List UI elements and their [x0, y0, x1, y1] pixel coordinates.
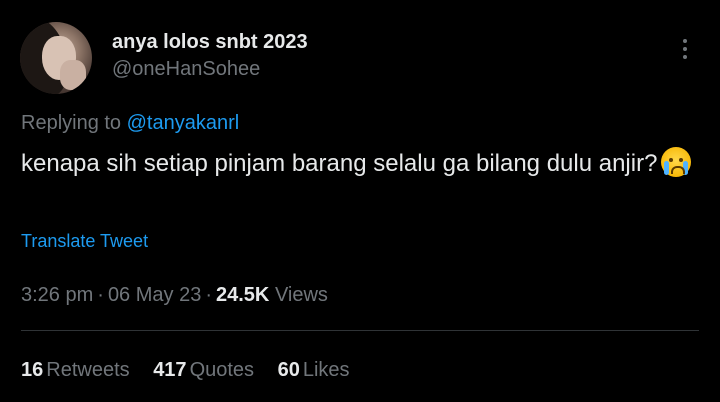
tweet-meta: 3:26 pm · 06 May 23 · 24.5K Views	[21, 284, 328, 307]
meta-separator: ·	[205, 284, 212, 306]
retweets-count: 16	[21, 359, 44, 381]
likes-stat[interactable]: 60 Likes	[278, 359, 350, 382]
tweet-text: kenapa sih setiap pinjam barang selalu g…	[21, 147, 701, 181]
engagement-stats: 16 Retweets 417 Quotes 60 Likes	[21, 359, 368, 382]
divider	[21, 330, 699, 331]
quotes-label: Quotes	[189, 359, 255, 381]
display-name[interactable]: anya lolos snbt 2023	[112, 31, 308, 54]
avatar-hand	[60, 60, 86, 90]
meta-separator: ·	[97, 284, 104, 306]
replying-prefix: Replying to	[21, 112, 122, 134]
tweet-body: kenapa sih setiap pinjam barang selalu g…	[21, 150, 658, 177]
replying-to: Replying to @tanyakanrl	[21, 112, 239, 135]
translate-tweet-link[interactable]: Translate Tweet	[21, 231, 148, 252]
tweet-date[interactable]: 06 May 23	[108, 284, 201, 306]
reply-mention-link[interactable]: @tanyakanrl	[127, 112, 240, 134]
retweets-stat[interactable]: 16 Retweets	[21, 359, 130, 382]
tweet-time[interactable]: 3:26 pm	[21, 284, 93, 306]
likes-count: 60	[277, 359, 300, 381]
more-icon-dot	[683, 39, 687, 43]
retweets-label: Retweets	[46, 359, 130, 381]
quotes-count: 417	[153, 359, 187, 381]
user-handle[interactable]: @oneHanSohee	[112, 58, 260, 81]
loudly-crying-face-icon	[661, 147, 692, 177]
views-label[interactable]: Views	[275, 284, 328, 306]
avatar[interactable]	[20, 22, 92, 94]
more-icon-dot	[683, 47, 687, 51]
more-icon-dot	[683, 55, 687, 59]
likes-label: Likes	[302, 359, 350, 381]
more-options-button[interactable]	[670, 34, 700, 64]
views-count[interactable]: 24.5K	[216, 284, 269, 306]
quotes-stat[interactable]: 417 Quotes	[153, 359, 254, 382]
